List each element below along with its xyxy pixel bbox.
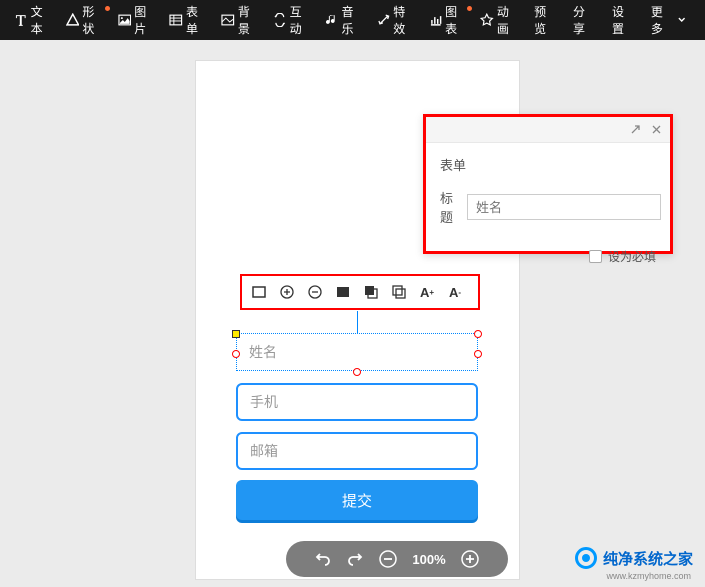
submit-label: 提交 (342, 490, 372, 511)
watermark: 纯净系统之家 (575, 547, 693, 569)
toolbar-label: 图表 (445, 3, 468, 37)
handle-tr[interactable] (474, 330, 482, 338)
watermark-url: www.kzmyhome.com (606, 571, 691, 581)
toolbar-label: 形状 (82, 3, 105, 37)
chart-icon (429, 13, 443, 27)
toolbar-interact[interactable]: 互动 (267, 0, 319, 40)
badge-dot (467, 6, 472, 11)
text-icon (14, 13, 28, 27)
zoom-in-button[interactable] (460, 549, 480, 569)
submit-button[interactable]: 提交 (236, 480, 478, 520)
tool-rect[interactable] (250, 283, 268, 301)
redo-button[interactable] (346, 550, 364, 568)
handle-ml[interactable] (232, 350, 240, 358)
field-placeholder: 邮箱 (250, 441, 278, 461)
panel-field-label: 标题 (440, 188, 453, 226)
toolbar-image[interactable]: 图片 (112, 0, 164, 40)
toolbar-label: 图片 (134, 3, 157, 37)
toolbar-form[interactable]: 表单 (163, 0, 215, 40)
panel-title-input[interactable] (467, 194, 661, 220)
toolbar-settings[interactable]: 设置 (604, 0, 643, 40)
badge-dot (105, 6, 110, 11)
tool-copy[interactable] (390, 283, 408, 301)
chevron-down-icon (677, 15, 686, 25)
handle-bm[interactable] (353, 368, 361, 376)
toolbar-preview[interactable]: 预览 (526, 0, 565, 40)
music-icon (325, 13, 339, 27)
properties-panel: 表单 标题 设为必填 (423, 114, 673, 254)
toolbar-chart[interactable]: 图表 (423, 0, 475, 40)
required-label: 设为必填 (608, 248, 656, 265)
required-checkbox[interactable] (589, 250, 602, 263)
toolbar-animation[interactable]: 动画 (474, 0, 526, 40)
watermark-text: 纯净系统之家 (603, 548, 693, 569)
handle-tl[interactable] (232, 330, 240, 338)
toolbar-label: 背景 (238, 3, 261, 37)
expand-icon[interactable] (630, 124, 641, 135)
tool-font-increase[interactable]: A+ (418, 283, 436, 301)
toolbar-label: 互动 (290, 3, 313, 37)
toolbar-label: 文本 (31, 3, 54, 37)
panel-title: 表单 (440, 155, 656, 174)
shape-icon (66, 13, 80, 27)
tool-font-decrease[interactable]: A- (446, 283, 464, 301)
toolbar-background[interactable]: 背景 (215, 0, 267, 40)
panel-header (426, 117, 670, 143)
field-placeholder: 手机 (250, 392, 278, 412)
star-icon (480, 13, 494, 27)
close-icon[interactable] (651, 124, 662, 135)
toolbar-label: 表单 (186, 3, 209, 37)
background-icon (221, 13, 235, 27)
tool-fill[interactable] (334, 283, 352, 301)
form-field-name[interactable]: 姓名 (236, 333, 478, 371)
toolbar-label: 特效 (393, 3, 416, 37)
interact-icon (273, 13, 287, 27)
main-toolbar: 文本 形状 图片 表单 背景 互动 音乐 特效 图表 动画 预览 分享 (0, 0, 705, 40)
form-field-phone[interactable]: 手机 (236, 383, 478, 421)
zoom-value: 100% (412, 552, 445, 567)
tool-add[interactable] (278, 283, 296, 301)
field-placeholder: 姓名 (249, 342, 277, 362)
connector-line (357, 311, 358, 333)
toolbar-effects[interactable]: 特效 (371, 0, 423, 40)
handle-mr[interactable] (474, 350, 482, 358)
toolbar-text[interactable]: 文本 (8, 0, 60, 40)
bottom-controls: 100% (286, 541, 508, 577)
form-icon (169, 13, 183, 27)
tool-remove[interactable] (306, 283, 324, 301)
form-field-email[interactable]: 邮箱 (236, 432, 478, 470)
effects-icon (377, 13, 391, 27)
toolbar-label: 动画 (497, 3, 520, 37)
image-icon (118, 13, 132, 27)
toolbar-share[interactable]: 分享 (565, 0, 604, 40)
tool-layers[interactable] (362, 283, 380, 301)
canvas-area: A+ A- 姓名 手机 邮箱 提交 100% 表单 标题 (0, 40, 705, 587)
toolbar-music[interactable]: 音乐 (319, 0, 371, 40)
watermark-logo-icon (575, 547, 597, 569)
undo-button[interactable] (314, 550, 332, 568)
toolbar-shape[interactable]: 形状 (60, 0, 112, 40)
toolbar-more[interactable]: 更多 (643, 0, 697, 40)
selection-toolbar: A+ A- (240, 274, 480, 310)
toolbar-label: 音乐 (341, 3, 364, 37)
zoom-out-button[interactable] (378, 549, 398, 569)
